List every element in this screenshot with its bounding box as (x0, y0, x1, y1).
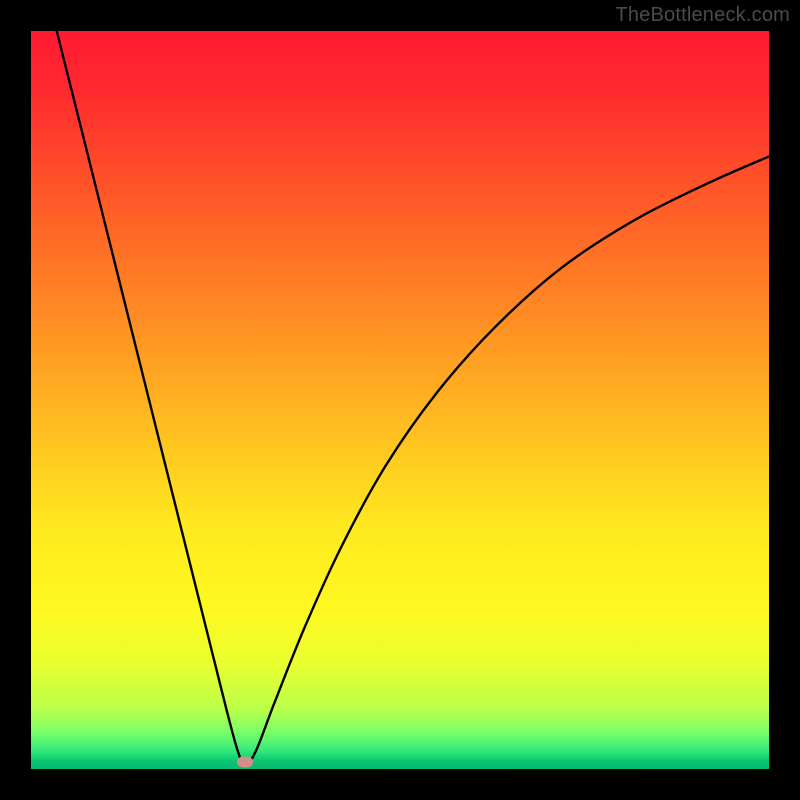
chart-frame: TheBottleneck.com (0, 0, 800, 800)
plot-area (31, 31, 769, 769)
sweet-spot-marker (237, 756, 253, 767)
bottleneck-curve (31, 31, 769, 769)
watermark-text: TheBottleneck.com (615, 4, 790, 27)
